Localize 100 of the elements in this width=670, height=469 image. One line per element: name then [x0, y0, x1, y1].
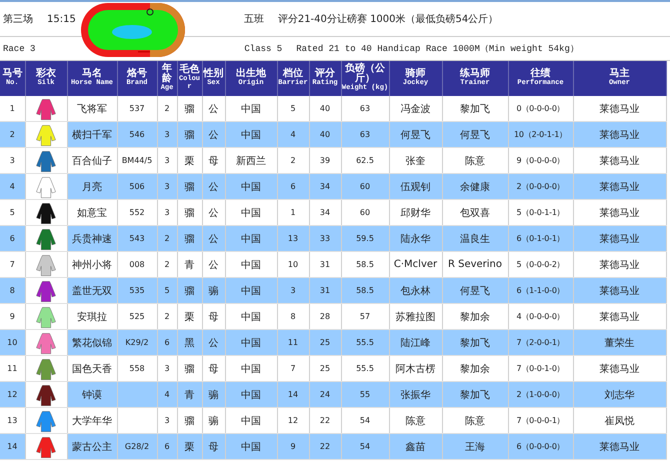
table-cell: 张振华: [400, 390, 430, 400]
table-cell: 5: [10, 208, 15, 217]
table-cell: 莱德马业: [600, 364, 640, 374]
table-cell: 9: [290, 442, 296, 451]
table-cell: 钟谟: [82, 390, 102, 400]
table-cell: 4: [10, 182, 15, 191]
table-cell: 54: [360, 442, 370, 451]
table-cell: 莱德马业: [600, 156, 640, 166]
table-cell: 莱德马业: [600, 260, 640, 270]
table-cell: 刘志华: [604, 390, 634, 400]
table-cell: 28: [320, 312, 330, 321]
table-cell: 鑫苗: [406, 442, 426, 452]
table-cell: 14: [288, 390, 298, 399]
table-cell: 公: [208, 208, 218, 218]
table-cell: 莱德马业: [600, 208, 640, 218]
table-cell: 6（1-1-0-0）: [516, 286, 565, 295]
table-cell: 60: [360, 208, 370, 217]
table-cell: 62.5: [356, 156, 374, 165]
table-cell: 11: [288, 338, 298, 347]
table-cell: 骝: [184, 234, 194, 244]
table-cell: 中国: [241, 442, 261, 452]
table-cell: 546: [129, 130, 145, 139]
table-cell: 邱财华: [400, 208, 430, 218]
table-cell: 57: [360, 312, 370, 321]
table-cell: 飞将军: [77, 104, 107, 114]
table-cell: 莱德马业: [600, 286, 640, 296]
table-cell: 7（0-0-0-1）: [516, 416, 565, 425]
table-cell: 安琪拉: [77, 312, 107, 322]
table-cell: 骟: [208, 286, 218, 296]
table-cell: C·Mclver: [394, 259, 438, 270]
table-cell: 国色天香: [72, 364, 112, 374]
table-cell: 张奎: [406, 156, 426, 166]
table-cell: 2: [290, 156, 296, 165]
table-cell: 6: [290, 182, 296, 191]
table-cell: 6: [164, 442, 170, 451]
table-cell: 陈意: [465, 416, 485, 426]
table-cell: 陆永华: [400, 234, 430, 244]
table-cell: 百合仙子: [72, 156, 112, 166]
table-cell: 12: [7, 390, 18, 399]
table-cell: 如意宝: [77, 208, 107, 218]
table-cell: 9（0-0-0-0）: [516, 156, 565, 165]
table-cell: 535: [129, 286, 145, 295]
table-cell: 537: [129, 104, 145, 113]
table-cell: 中国: [241, 260, 261, 270]
table-cell: 公: [208, 182, 218, 192]
table-cell: 31: [320, 286, 330, 295]
table-cell: 5: [290, 104, 296, 113]
table-cell: 34: [320, 208, 330, 217]
table-cell: 13: [288, 234, 298, 243]
table-cell: 何昱飞: [460, 130, 490, 140]
race-class: Class 5: [244, 44, 282, 54]
table-cell: 2（1-0-0-0）: [516, 390, 565, 399]
table-cell: 黎加余: [460, 364, 490, 374]
table-cell: 新西兰: [236, 156, 266, 166]
table-cell: 5（0-0-1-1）: [516, 208, 565, 217]
table-cell: 34: [320, 182, 330, 191]
table-cell: 阿木古楞: [396, 364, 436, 374]
table-cell: 骝: [184, 208, 194, 218]
table-cell: 8: [10, 286, 15, 295]
table-cell: 中国: [241, 130, 261, 140]
table-cell: 3: [164, 182, 170, 191]
table-cell: 3: [164, 208, 170, 217]
table-cell: 10: [288, 260, 298, 269]
table-cell: 2（0-0-0-0）: [516, 182, 565, 191]
table-cell: 中国: [241, 364, 261, 374]
table-cell: 包双喜: [460, 208, 490, 218]
table-cell: 2: [164, 312, 170, 321]
table-cell: 母: [208, 312, 218, 322]
table-cell: 中国: [241, 390, 261, 400]
table-cell: 3: [164, 156, 170, 165]
table-cell: 骟: [208, 390, 218, 400]
table-cell: 陆江峰: [400, 338, 430, 348]
table-cell: 4: [290, 130, 296, 139]
table-cell: 公: [208, 338, 218, 348]
table-cell: 558: [129, 364, 145, 373]
table-cell: 黎加余: [460, 312, 490, 322]
table-cell: 63: [360, 104, 370, 113]
table-cell: 4（0-0-0-0）: [516, 312, 565, 321]
table-cell: 55: [360, 390, 370, 399]
table-cell: 7: [10, 260, 15, 269]
table-cell: 3: [164, 416, 170, 425]
race-title: 评分21-40分让磅赛 1000米（最低负磅54公斤）: [278, 12, 498, 26]
table-cell: 2: [164, 234, 170, 243]
table-cell: K29/2: [125, 338, 149, 347]
table-cell: 中国: [241, 416, 261, 426]
table-cell: 骝: [184, 104, 194, 114]
table-cell: 525: [129, 312, 145, 321]
table-cell: 25: [320, 364, 330, 373]
table-cell: 栗: [184, 312, 194, 322]
table-cell: 31: [320, 260, 330, 269]
table-cell: 董荣生: [604, 338, 634, 348]
race-time: 15:15: [47, 14, 76, 24]
table-cell: BM44/5: [122, 156, 152, 165]
table-cell: 58.5: [356, 286, 374, 295]
table-cell: 中国: [241, 338, 261, 348]
race-title: Rated 21 to 40 Handicap Race 1000M（Min weight 54kg）: [296, 43, 579, 55]
table-cell: 冯金波: [400, 104, 430, 114]
table-cell: 莱德马业: [600, 130, 640, 140]
table-cell: 崔凤悦: [604, 416, 634, 426]
table-cell: 中国: [241, 286, 261, 296]
